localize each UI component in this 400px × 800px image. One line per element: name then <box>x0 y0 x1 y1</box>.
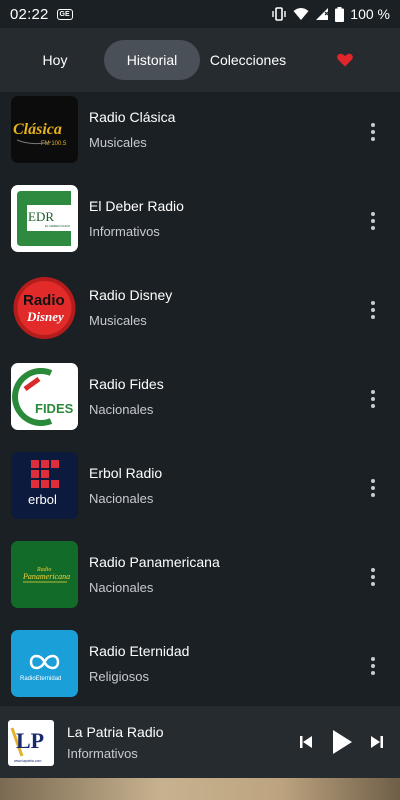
logo-sub: EL DEBER RADIO <box>45 224 71 228</box>
station-name: Radio Fides <box>89 376 164 392</box>
mini-player[interactable]: LP www.lapatria.com La Patria Radio Info… <box>0 706 400 778</box>
station-logo: EDR EL DEBER RADIO <box>11 185 78 252</box>
list-item[interactable]: Clásica FM 100.5 Radio Clásica Musicales <box>0 92 400 181</box>
station-list[interactable]: Clásica FM 100.5 Radio Clásica Musicales… <box>0 92 400 706</box>
skip-previous-icon <box>300 736 312 748</box>
status-bar: 02:22 GE 100 % <box>0 0 400 28</box>
station-category: Musicales <box>89 313 147 328</box>
logo-text: Clásica <box>13 121 62 138</box>
more-options-icon[interactable] <box>360 562 386 592</box>
station-logo: FIDES <box>11 363 78 430</box>
more-options-icon[interactable] <box>360 651 386 681</box>
tab-bar: Hoy Historial Colecciones <box>0 28 400 92</box>
station-name: Erbol Radio <box>89 465 163 481</box>
skip-next-icon <box>371 736 383 748</box>
list-item[interactable]: erbol Erbol Radio Nacionales <box>0 448 400 537</box>
skip-previous-button[interactable] <box>296 728 316 756</box>
logo-sub: Panamericana <box>22 572 70 581</box>
list-item[interactable]: Radio Disney Radio Disney Musicales <box>0 270 400 359</box>
battery-icon <box>335 6 345 22</box>
station-name: El Deber Radio <box>89 198 184 214</box>
more-options-icon[interactable] <box>360 206 386 236</box>
logo-sub: Disney <box>26 309 64 324</box>
logo-sub: FM 100.5 <box>41 141 67 147</box>
logo-text: Radio <box>23 292 65 309</box>
station-category: Musicales <box>89 135 147 150</box>
logo-text: FIDES <box>35 401 74 416</box>
more-options-icon[interactable] <box>360 473 386 503</box>
player-logo: LP www.lapatria.com <box>8 720 54 766</box>
station-name: Radio Panamericana <box>89 554 220 570</box>
tab-hoy[interactable]: Hoy <box>0 40 110 80</box>
logo-text: LP <box>16 728 44 753</box>
more-options-icon[interactable] <box>360 117 386 147</box>
logo-text: erbol <box>28 492 57 507</box>
station-category: Nacionales <box>89 402 154 417</box>
status-time: 02:22 <box>10 5 49 23</box>
station-name: Radio Clásica <box>89 109 176 125</box>
list-item[interactable]: EDR EL DEBER RADIO El Deber Radio Inform… <box>0 181 400 270</box>
play-icon <box>333 730 352 754</box>
tab-favorites[interactable] <box>330 40 360 80</box>
list-item[interactable]: Radio Panamericana Radio Panamericana Na… <box>0 537 400 626</box>
station-name: Radio Disney <box>89 287 173 303</box>
wifi-icon <box>293 7 309 21</box>
station-logo: RadioEternidad <box>11 630 78 697</box>
status-icons: 100 % <box>271 6 390 22</box>
station-category: Nacionales <box>89 580 154 595</box>
signal-icon <box>315 7 329 21</box>
station-category: Nacionales <box>89 491 154 506</box>
station-logo: Radio Disney <box>11 274 78 341</box>
list-item[interactable]: RadioEternidad Radio Eternidad Religioso… <box>0 626 400 706</box>
app-screen: 02:22 GE 100 % Hoy Historial Colecciones <box>0 0 400 800</box>
play-button[interactable] <box>329 728 355 756</box>
station-logo: erbol <box>11 452 78 519</box>
player-title: La Patria Radio <box>67 724 164 740</box>
logo-text: RadioEternidad <box>20 676 61 682</box>
bottom-ad-strip <box>0 778 400 800</box>
station-category: Religiosos <box>89 669 149 684</box>
logo-sub: www.lapatria.com <box>14 759 42 763</box>
station-logo: Clásica FM 100.5 <box>11 96 78 163</box>
station-category: Informativos <box>89 224 160 239</box>
more-options-icon[interactable] <box>360 384 386 414</box>
tab-colecciones[interactable]: Colecciones <box>200 40 296 80</box>
tab-historial[interactable]: Historial <box>104 40 200 80</box>
battery-percent: 100 % <box>350 6 390 22</box>
player-category: Informativos <box>67 746 138 761</box>
station-name: Radio Eternidad <box>89 643 190 659</box>
more-options-icon[interactable] <box>360 295 386 325</box>
logo-text: EDR <box>28 209 54 224</box>
vibrate-icon <box>271 6 287 22</box>
heart-icon <box>337 53 353 67</box>
status-badge: GE <box>56 8 73 20</box>
list-item[interactable]: FIDES Radio Fides Nacionales <box>0 359 400 448</box>
skip-next-button[interactable] <box>367 728 387 756</box>
station-logo: Radio Panamericana <box>11 541 78 608</box>
